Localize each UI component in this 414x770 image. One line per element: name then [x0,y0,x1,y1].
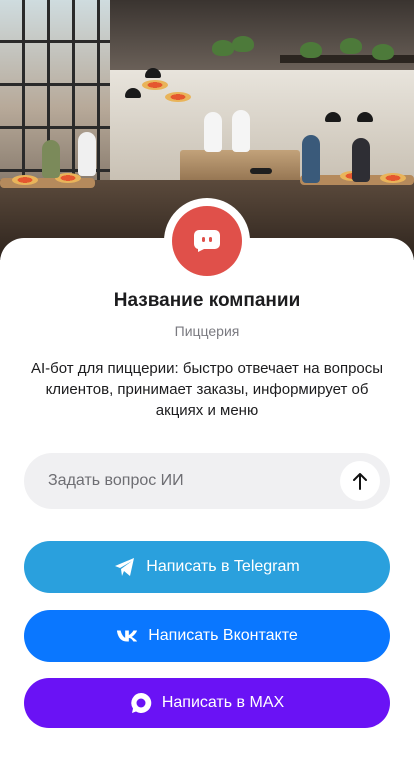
vk-button[interactable]: Написать Вконтакте [24,610,390,662]
max-button[interactable]: Написать в MAX [24,678,390,728]
company-type: Пиццерия [174,323,240,339]
arrow-up-icon [353,473,367,490]
telegram-icon [114,556,136,578]
company-description: AI-бот для пиццерии: быстро отвечает на … [30,360,384,419]
telegram-button-label: Написать в Telegram [146,558,300,575]
company-avatar [164,198,250,284]
send-button[interactable] [340,461,380,501]
vk-button-label: Написать Вконтакте [148,627,298,644]
ask-ai-input[interactable] [48,453,348,509]
vk-icon [116,625,138,647]
max-icon [130,692,152,714]
telegram-button[interactable]: Написать в Telegram [24,541,390,593]
max-button-label: Написать в MAX [161,694,285,711]
ask-ai-box [24,453,390,509]
chat-bot-icon [193,230,220,252]
company-name: Название компании [113,290,301,311]
